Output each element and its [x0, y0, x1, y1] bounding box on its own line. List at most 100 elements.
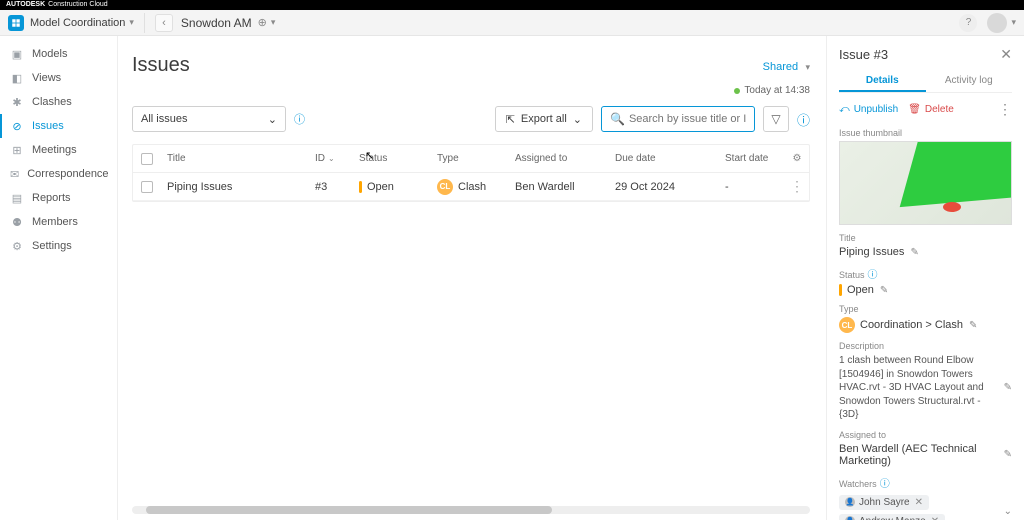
- filter-button[interactable]: ▽: [763, 106, 789, 132]
- sidebar-item-label: Issues: [32, 120, 64, 132]
- watcher-chip[interactable]: 👤Andrew Manze✕: [839, 514, 945, 520]
- chevron-down-icon[interactable]: ⌄: [1004, 506, 1012, 517]
- table-row[interactable]: Piping Issues #3 Open CLClash Ben Wardel…: [133, 173, 809, 201]
- edit-icon[interactable]: ✎: [1004, 449, 1012, 460]
- chevron-down-icon[interactable]: ▾: [271, 17, 276, 28]
- chevron-down-icon: ⌄: [268, 113, 277, 126]
- table-settings-button[interactable]: ⚙: [785, 153, 809, 164]
- shared-dropdown[interactable]: Shared ▾: [763, 59, 810, 73]
- sidebar-item-correspondence[interactable]: ✉Correspondence: [0, 162, 117, 186]
- back-button[interactable]: ‹: [155, 14, 173, 32]
- col-id[interactable]: ID⌄: [309, 153, 353, 164]
- sidebar-item-clashes[interactable]: ✱ Clashes: [0, 90, 117, 114]
- select-all-checkbox[interactable]: [141, 153, 153, 165]
- edit-icon[interactable]: ✎: [910, 247, 918, 258]
- page-title: Issues: [132, 54, 190, 77]
- type-badge-icon: CL: [839, 317, 855, 333]
- app-header: Model Coordination ▾ ‹ Snowdon AM ⊕ ▾ ? …: [0, 10, 1024, 36]
- cell-start: -: [719, 181, 785, 193]
- sidebar-item-reports[interactable]: ▤Reports: [0, 186, 117, 210]
- thumbnail-label: Issue thumbnail: [839, 128, 1012, 138]
- status-dot-icon: [734, 88, 740, 94]
- sidebar-item-members[interactable]: ⚉Members: [0, 210, 117, 234]
- details-tabs: Details Activity log: [839, 71, 1012, 93]
- clash-icon: ✱: [10, 95, 24, 109]
- field-status: Open✎: [839, 284, 1012, 296]
- sidebar: ▣Models ◧ Views ✱ Clashes ⊘ Issues ⊞ Meeting…: [0, 36, 118, 520]
- help-icon[interactable]: ?: [959, 14, 977, 32]
- tab-details[interactable]: Details: [839, 71, 926, 92]
- sidebar-item-label: Views: [32, 72, 61, 84]
- unpublish-icon: ⤺: [839, 104, 850, 115]
- module-name[interactable]: Model Coordination: [30, 17, 125, 29]
- delete-button[interactable]: 🗑Delete: [908, 104, 954, 115]
- cell-title: Piping Issues: [161, 181, 309, 193]
- col-assigned[interactable]: Assigned to: [509, 153, 609, 164]
- project-name[interactable]: Snowdon AM: [181, 16, 252, 30]
- toolbar: All issues⌄ ⓘ ⇱Export all⌄ 🔍 ▽ ⓘ: [132, 106, 810, 132]
- remove-icon[interactable]: ✕: [915, 497, 923, 508]
- sidebar-item-label: Models: [32, 48, 67, 60]
- field-label-assigned: Assigned to: [839, 430, 1012, 440]
- info-icon[interactable]: ⓘ: [294, 111, 305, 127]
- issue-icon: ⊘: [10, 119, 24, 133]
- details-panel: Issue #3 ✕ Details Activity log ⤺Unpubli…: [826, 36, 1024, 520]
- col-start[interactable]: Start date: [719, 153, 785, 164]
- col-status[interactable]: Status: [353, 153, 431, 164]
- field-label-description: Description: [839, 341, 1012, 351]
- edit-icon[interactable]: ✎: [880, 285, 888, 296]
- views-icon: ◧: [10, 71, 24, 85]
- members-icon: ⚉: [10, 215, 24, 229]
- edit-icon[interactable]: ✎: [969, 320, 977, 331]
- sidebar-item-views[interactable]: ◧ Views: [0, 66, 117, 90]
- sidebar-item-label: Clashes: [32, 96, 72, 108]
- row-menu-button[interactable]: ⋮: [785, 178, 809, 195]
- main-content: Issues Shared ▾ Today at 14:38 All issue…: [118, 36, 826, 520]
- field-label-watchers: Watchersⓘ: [839, 475, 1012, 490]
- chevron-down-icon: ⌄: [573, 113, 582, 126]
- export-button[interactable]: ⇱Export all⌄: [495, 106, 593, 132]
- col-due[interactable]: Due date: [609, 153, 719, 164]
- issues-table: Title ID⌄ Status Type Assigned to Due da…: [132, 144, 810, 202]
- remove-icon[interactable]: ✕: [931, 516, 939, 520]
- trash-icon: 🗑: [908, 104, 921, 115]
- search-icon: 🔍: [610, 112, 625, 126]
- gear-icon: ⚙: [10, 239, 24, 253]
- col-type[interactable]: Type: [431, 153, 509, 164]
- sidebar-item-settings[interactable]: ⚙Settings: [0, 234, 117, 258]
- tab-activity[interactable]: Activity log: [926, 71, 1013, 92]
- unpublish-button[interactable]: ⤺Unpublish: [839, 104, 898, 115]
- watcher-chip[interactable]: 👤John Sayre✕: [839, 495, 929, 510]
- sidebar-item-label: Correspondence: [27, 168, 108, 180]
- sidebar-item-models[interactable]: ▣Models: [0, 42, 117, 66]
- sidebar-item-label: Meetings: [32, 144, 77, 156]
- cell-id: #3: [309, 181, 353, 193]
- info-icon[interactable]: ⓘ: [880, 479, 890, 490]
- person-icon: 👤: [845, 497, 855, 507]
- row-checkbox[interactable]: [141, 181, 153, 193]
- globe-icon[interactable]: ⊕: [258, 16, 267, 29]
- funnel-icon: ▽: [771, 112, 780, 126]
- horizontal-scrollbar[interactable]: [132, 506, 810, 514]
- chevron-down-icon[interactable]: ▾: [1011, 17, 1016, 28]
- meetings-icon: ⊞: [10, 143, 24, 157]
- col-title[interactable]: Title: [161, 153, 309, 164]
- details-title: Issue #3: [839, 47, 888, 62]
- filter-dropdown[interactable]: All issues⌄: [132, 106, 286, 132]
- info-icon[interactable]: ⓘ: [797, 110, 810, 129]
- field-label-status: Statusⓘ: [839, 266, 1012, 281]
- more-actions-button[interactable]: ⋮: [998, 101, 1012, 118]
- person-icon: 👤: [845, 516, 855, 520]
- sidebar-item-meetings[interactable]: ⊞ Meetings: [0, 138, 117, 162]
- chevron-down-icon[interactable]: ▾: [129, 17, 134, 28]
- user-avatar[interactable]: [987, 13, 1007, 33]
- info-icon[interactable]: ⓘ: [868, 270, 878, 281]
- search-input[interactable]: 🔍: [601, 106, 755, 132]
- issue-thumbnail[interactable]: [839, 141, 1012, 225]
- field-assigned: Ben Wardell (AEC Technical Marketing)✎: [839, 443, 1012, 467]
- close-button[interactable]: ✕: [1000, 46, 1012, 63]
- sidebar-item-issues[interactable]: ⊘ Issues: [0, 114, 117, 138]
- brand-bar: AUTODESKConstruction Cloud: [0, 0, 1024, 10]
- export-icon: ⇱: [506, 113, 515, 126]
- edit-icon[interactable]: ✎: [1004, 382, 1012, 393]
